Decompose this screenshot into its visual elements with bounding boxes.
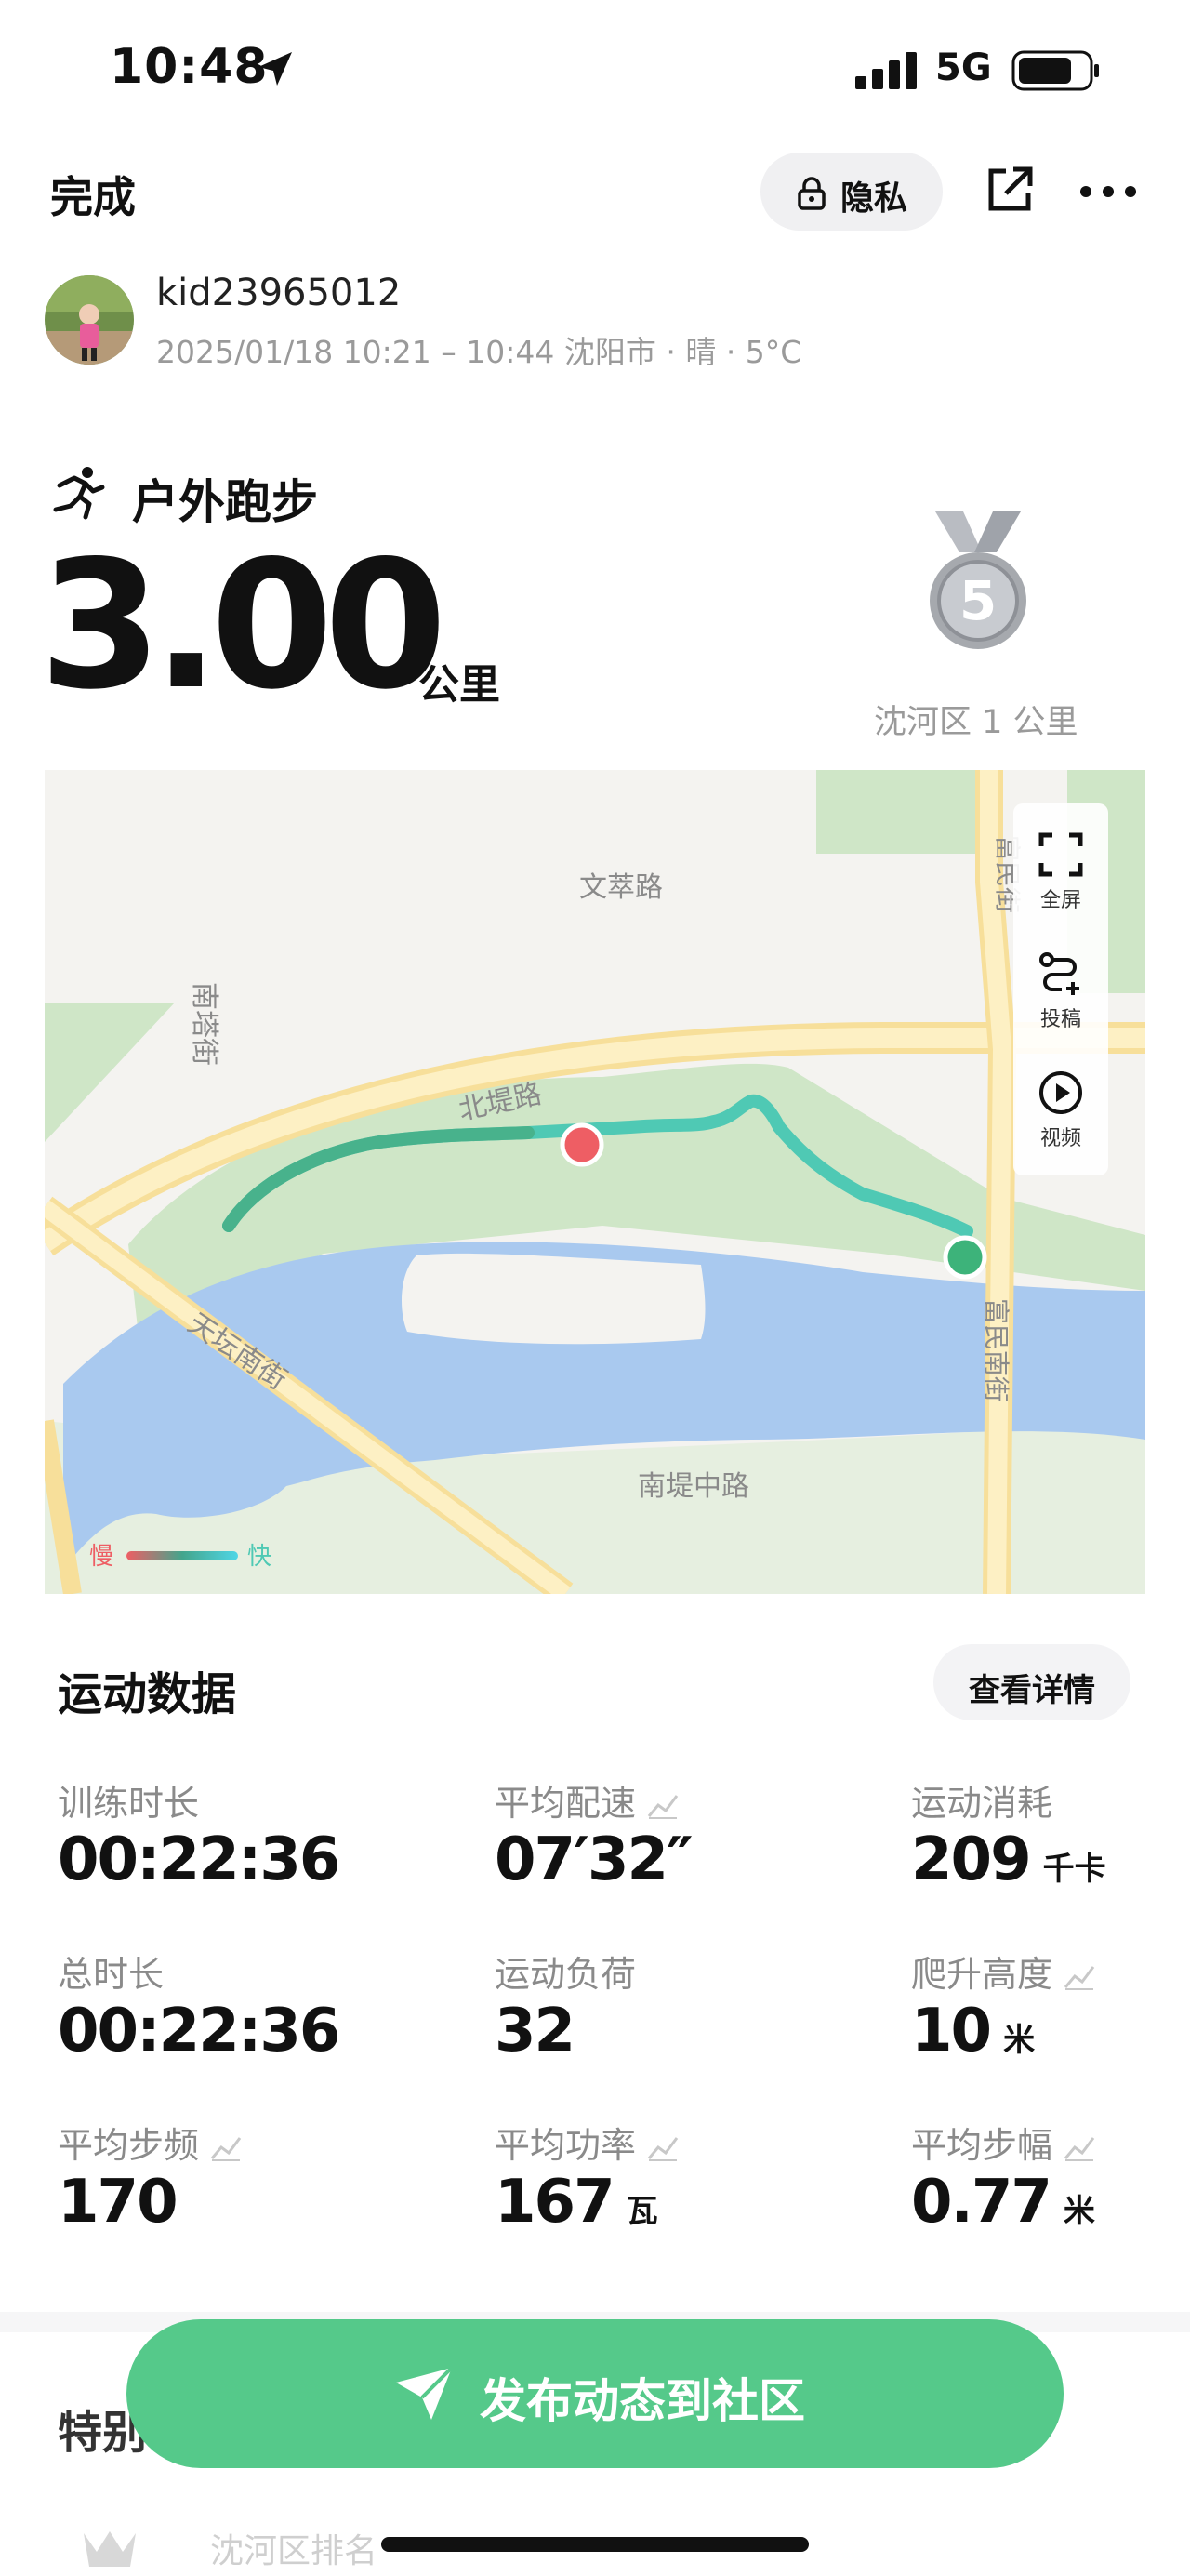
trend-chart-icon xyxy=(647,2136,679,2161)
fullscreen-button[interactable]: 全屏 xyxy=(1013,831,1108,913)
stat-value: 170 xyxy=(58,2168,178,2237)
distance-value: 3.00 xyxy=(39,523,447,728)
stat-unit: 瓦 xyxy=(626,2193,658,2230)
stats-title: 运动数据 xyxy=(58,1668,237,1720)
medal-label: 沈河区 1 公里 xyxy=(874,704,1078,741)
video-label: 视频 xyxy=(1039,1127,1081,1150)
stat-item[interactable]: 平均步频 170 xyxy=(58,2117,244,2237)
medal-number: 5 xyxy=(959,569,997,632)
network-type: 5G xyxy=(935,46,992,89)
send-icon xyxy=(396,2366,454,2420)
end-marker xyxy=(560,1122,604,1167)
stat-label: 爬升高度 xyxy=(911,1954,1053,1995)
signal-icon xyxy=(855,52,917,89)
done-button[interactable]: 完成 xyxy=(50,164,136,225)
stat-unit: 米 xyxy=(1003,2022,1036,2059)
stat-item[interactable]: 平均功率 167 瓦 xyxy=(495,2117,681,2237)
fullscreen-icon xyxy=(1038,832,1083,877)
view-details-button[interactable]: 查看详情 xyxy=(933,1644,1130,1720)
publish-label: 发布动态到社区 xyxy=(480,2374,805,2428)
stat-value: 07′32″ xyxy=(495,1826,694,1894)
route-share-icon xyxy=(1039,952,1079,995)
submit-label: 投稿 xyxy=(1039,1008,1081,1031)
stat-unit: 米 xyxy=(1063,2193,1095,2230)
avatar[interactable] xyxy=(45,275,134,365)
publish-to-community-button[interactable]: 发布动态到社区 xyxy=(126,2319,1064,2468)
medal-icon[interactable]: 5 xyxy=(919,511,1038,651)
stat-item: 运动消耗 209 千卡 xyxy=(911,1774,1106,1894)
road-label: 南堤中路 xyxy=(638,1470,749,1503)
stat-item: 训练时长 00:22:36 xyxy=(58,1774,340,1894)
location-arrow-icon xyxy=(258,52,292,86)
video-button[interactable]: 视频 xyxy=(1013,1069,1108,1151)
speed-legend: 慢 快 xyxy=(89,1542,284,1573)
stat-item[interactable]: 平均配速 07′32″ xyxy=(495,1774,694,1894)
legend-fast: 快 xyxy=(247,1543,271,1570)
view-details-label: 查看详情 xyxy=(969,1672,1095,1709)
stat-value: 10 xyxy=(911,1997,992,2065)
stat-label: 平均功率 xyxy=(495,2125,637,2166)
activity-meta: 2025/01/18 10:21 – 10:44 沈阳市 · 晴 · 5°C xyxy=(156,334,802,370)
stat-item[interactable]: 平均步幅 0.77 米 xyxy=(911,2117,1097,2237)
stat-label: 运动消耗 xyxy=(911,1783,1053,1824)
more-options-icon[interactable] xyxy=(1078,182,1138,201)
home-indicator xyxy=(381,2537,809,2552)
stat-value: 00:22:36 xyxy=(58,1997,340,2065)
status-time: 10:48 xyxy=(110,39,269,95)
privacy-button[interactable]: 隐私 xyxy=(760,153,943,231)
crown-icon xyxy=(84,2531,136,2567)
lock-icon xyxy=(798,177,826,210)
stat-value: 0.77 xyxy=(911,2168,1052,2237)
stat-item[interactable]: 爬升高度 10 米 xyxy=(911,1945,1097,2065)
running-icon xyxy=(53,467,105,520)
share-icon[interactable] xyxy=(984,164,1036,216)
username[interactable]: kid23965012 xyxy=(156,272,401,314)
start-marker xyxy=(943,1235,987,1280)
road-label: 南塔街 xyxy=(188,982,220,1066)
stat-label: 总时长 xyxy=(58,1954,165,1995)
trend-chart-icon xyxy=(647,1794,679,1819)
stat-label: 平均配速 xyxy=(495,1783,637,1824)
stat-item: 总时长 00:22:36 xyxy=(58,1945,340,2065)
section2-row-text: 沈河区排名 xyxy=(210,2532,378,2570)
road-label: 文萃路 xyxy=(579,871,663,904)
stat-item: 运动负荷 32 xyxy=(495,1945,636,2065)
play-icon xyxy=(1039,1071,1082,1114)
trend-chart-icon xyxy=(210,2136,242,2161)
privacy-label: 隐私 xyxy=(840,179,908,218)
road-label: 富民南街 xyxy=(981,1298,1012,1402)
submit-button[interactable]: 投稿 xyxy=(1013,950,1108,1032)
stat-value: 167 xyxy=(495,2168,615,2237)
stat-label: 平均步幅 xyxy=(911,2125,1053,2166)
stat-value: 209 xyxy=(911,1826,1032,1894)
distance-unit: 公里 xyxy=(418,661,500,709)
trend-chart-icon xyxy=(1064,1965,1095,1990)
fullscreen-label: 全屏 xyxy=(1039,889,1081,912)
stat-unit: 千卡 xyxy=(1042,1851,1106,1888)
stat-value: 32 xyxy=(495,1997,575,2065)
stat-label: 训练时长 xyxy=(58,1783,200,1824)
map-controls: 全屏 投稿 视频 xyxy=(1013,803,1108,1175)
trend-chart-icon xyxy=(1064,2136,1095,2161)
stat-label: 运动负荷 xyxy=(495,1954,637,1995)
battery-icon xyxy=(1012,50,1099,91)
stat-value: 00:22:36 xyxy=(58,1826,340,1894)
route-map[interactable]: 文萃路 南塔街 北堤路 天坛南街 南堤中路 富民街 富民南街 xyxy=(45,770,1145,1594)
legend-slow: 慢 xyxy=(89,1543,113,1570)
stat-label: 平均步频 xyxy=(58,2125,200,2166)
